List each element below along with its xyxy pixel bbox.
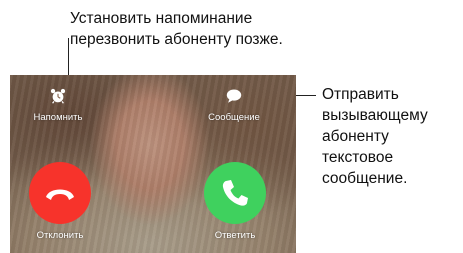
message-callout-line-5: сообщение. <box>322 170 408 187</box>
message-label: Сообщение <box>208 112 260 123</box>
message-callout-line-4: текстовое <box>322 149 394 166</box>
accept-circle[interactable] <box>204 162 266 224</box>
decline-label: Отклонить <box>36 230 84 241</box>
accept-call-button[interactable]: Ответить <box>195 162 275 241</box>
alarm-clock-icon <box>50 88 66 104</box>
message-button[interactable]: Сообщение <box>194 87 274 123</box>
message-callout: Отправить вызывающему абоненту текстовое… <box>322 84 462 189</box>
decline-call-button[interactable]: Отклонить <box>22 162 98 241</box>
speech-bubble-icon <box>226 89 242 103</box>
remind-callout-line-2: перезвонить абоненту позже. <box>70 31 283 48</box>
remind-callout-line-1: Установить напоминание <box>70 10 253 27</box>
phone-handset-icon <box>222 180 248 206</box>
hang-up-phone-icon <box>46 189 74 200</box>
decline-circle[interactable] <box>29 162 91 224</box>
accept-label: Ответить <box>214 230 256 241</box>
remind-me-label: Напомнить <box>33 112 83 123</box>
remind-callout: Установить напоминание перезвонить абоне… <box>70 8 370 50</box>
message-callout-line-3: абоненту <box>322 128 389 145</box>
message-callout-line-1: Отправить <box>322 86 399 103</box>
remind-me-button[interactable]: Напомнить <box>20 87 96 123</box>
message-callout-line-2: вызывающему <box>322 107 428 124</box>
